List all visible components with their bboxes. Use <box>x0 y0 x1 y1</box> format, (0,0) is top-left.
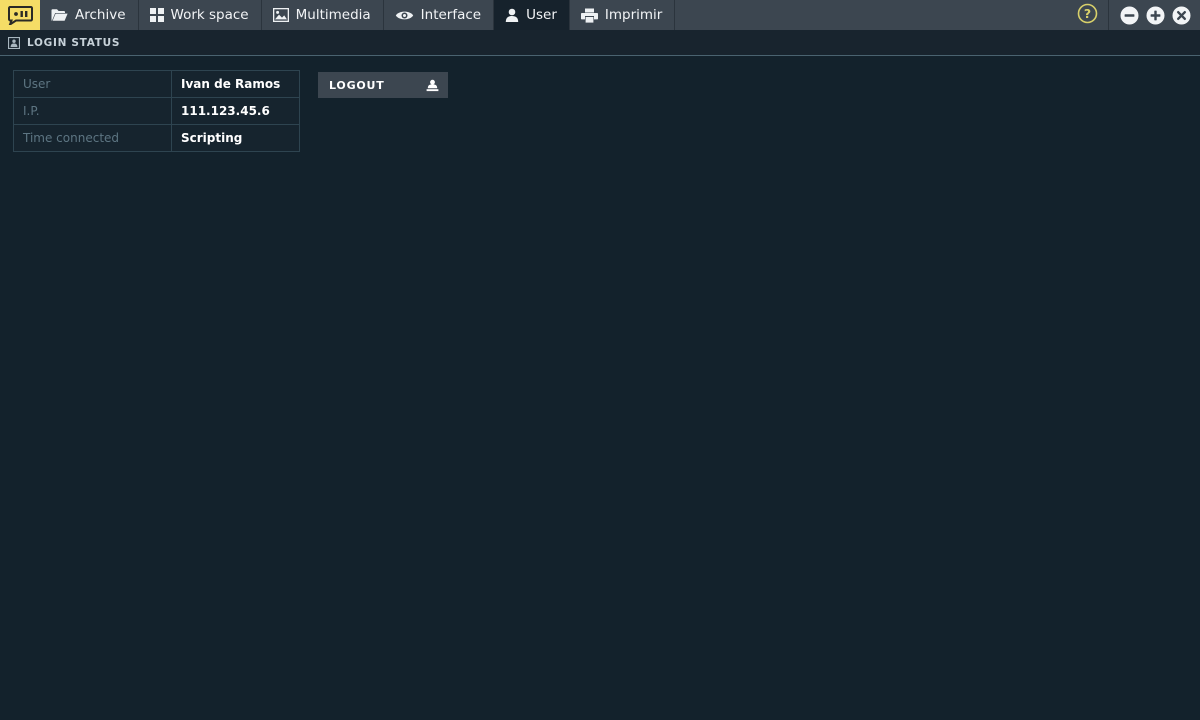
maximize-button[interactable] <box>1146 6 1165 25</box>
minimize-button[interactable] <box>1120 6 1139 25</box>
person-icon <box>505 8 519 22</box>
eye-icon <box>395 9 414 22</box>
table-row: I.P. 111.123.45.6 <box>14 98 300 125</box>
tab-user-label: User <box>526 7 557 23</box>
logout-button[interactable]: LOGOUT <box>318 72 448 98</box>
tab-interface-label: Interface <box>421 7 481 23</box>
tab-archive[interactable]: Archive <box>40 0 139 30</box>
row-value-time: Scripting <box>172 125 300 152</box>
printer-icon <box>581 8 598 23</box>
tab-interface[interactable]: Interface <box>384 0 494 30</box>
logout-person-icon <box>426 79 439 92</box>
row-value-user: Ivan de Ramos <box>172 71 300 98</box>
tab-imprimir[interactable]: Imprimir <box>570 0 675 30</box>
question-mark-icon: ? <box>1077 3 1098 28</box>
speech-bubble-logo-icon <box>7 6 33 25</box>
tab-work-space[interactable]: Work space <box>139 0 262 30</box>
login-info-table: User Ivan de Ramos I.P. 111.123.45.6 Tim… <box>13 70 300 152</box>
table-row: User Ivan de Ramos <box>14 71 300 98</box>
app-logo[interactable] <box>0 0 40 30</box>
top-navigation-bar: Archive Work space Multim <box>0 0 1200 30</box>
image-icon <box>273 8 289 22</box>
row-label-ip: I.P. <box>14 98 172 125</box>
svg-text:?: ? <box>1084 6 1091 21</box>
folder-open-icon <box>51 8 68 22</box>
window-buttons <box>1109 6 1200 25</box>
tab-imprimir-label: Imprimir <box>605 7 662 23</box>
nav-tab-list: Archive Work space Multim <box>40 0 675 30</box>
tab-archive-label: Archive <box>75 7 126 23</box>
grid-icon <box>150 8 164 22</box>
row-label-time: Time connected <box>14 125 172 152</box>
window-controls-group: ? <box>1067 0 1200 30</box>
help-button[interactable]: ? <box>1067 0 1109 30</box>
main-content: User Ivan de Ramos I.P. 111.123.45.6 Tim… <box>0 56 1200 152</box>
row-label-user: User <box>14 71 172 98</box>
user-badge-icon <box>8 37 20 49</box>
tab-multimedia[interactable]: Multimedia <box>262 0 384 30</box>
login-status-title: LOGIN STATUS <box>27 37 120 49</box>
tab-user[interactable]: User <box>494 0 570 30</box>
login-status-bar: LOGIN STATUS <box>0 30 1200 56</box>
table-row: Time connected Scripting <box>14 125 300 152</box>
logout-button-label: LOGOUT <box>329 79 385 92</box>
close-button[interactable] <box>1172 6 1191 25</box>
row-value-ip: 111.123.45.6 <box>172 98 300 125</box>
tab-multimedia-label: Multimedia <box>296 7 371 23</box>
tab-work-space-label: Work space <box>171 7 249 23</box>
